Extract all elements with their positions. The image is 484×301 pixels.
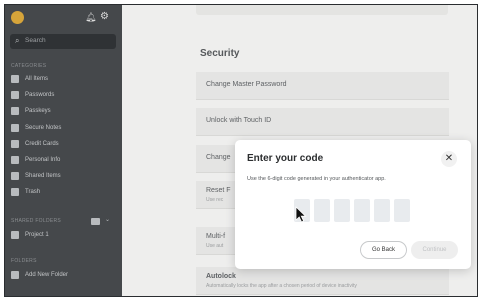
code-digit-input[interactable] [354,199,370,222]
sidebar-item-secure-notes[interactable]: Secure Notes [5,122,122,135]
sidebar-item-project-1[interactable]: Project 1 [5,229,122,242]
sidebar: 🔔︎ ⚙ ⌕ Search Categories All Items Passw… [5,5,122,296]
folder-icon [11,231,19,239]
sidebar-item-personal-info[interactable]: Personal Info [5,154,122,167]
sidebar-item-credit-cards[interactable]: Credit Cards [5,138,122,151]
app-window: 🔔︎ ⚙ ⌕ Search Categories All Items Passw… [4,4,478,297]
dialog-description: Use the 6-digit code generated in your a… [247,176,386,182]
gear-icon[interactable]: ⚙ [100,11,109,22]
row-title: Change [206,154,231,161]
row-title: Multi-f [206,233,226,240]
chevron-down-icon[interactable]: ⌄ [105,216,110,223]
row-title: Reset F [206,187,231,194]
person-icon [11,156,19,164]
trash-icon [11,188,19,196]
add-new-folder-button[interactable]: Add New Folder [5,269,122,282]
row-title: Change Master Password [206,81,287,88]
sidebar-item-label: Passwords [25,92,55,98]
code-digit-input[interactable] [314,199,330,222]
sidebar-item-label: Secure Notes [25,125,62,131]
sidebar-item-shared-items[interactable]: Shared Items [5,170,122,183]
section-label-folders: Folders [11,258,37,264]
sidebar-item-trash[interactable]: Trash [5,186,122,199]
section-label-categories: Categories [11,63,47,69]
sidebar-item-label: All Items [25,76,49,82]
settings-row-partial[interactable] [196,5,448,15]
bell-icon[interactable]: 🔔︎ [85,12,96,23]
enter-code-dialog: Enter your code ✕ Use the 6-digit code g… [235,140,471,269]
sidebar-item-all-items[interactable]: All Items [5,73,122,86]
code-digit-input[interactable] [334,199,350,222]
key-icon [11,91,19,99]
dialog-title: Enter your code [247,153,324,164]
close-icon[interactable]: ✕ [441,151,457,167]
sidebar-item-label: Project 1 [25,232,49,238]
sidebar-item-label: Personal Info [25,157,61,163]
search-icon: ⌕ [15,36,20,45]
sidebar-item-label: Credit Cards [25,141,59,147]
search-input[interactable]: ⌕ Search [10,34,116,49]
passkey-icon [11,107,19,115]
card-icon [11,140,19,148]
sidebar-item-passwords[interactable]: Passwords [5,89,122,102]
folder-plus-icon [11,271,19,279]
section-label-shared-folders: Shared Folders [11,218,62,224]
sidebar-item-label: Shared Items [25,173,61,179]
go-back-button[interactable]: Go Back [360,241,407,259]
section-title: Security [200,48,240,59]
settings-row-touch-id[interactable]: Unlock with Touch ID [196,108,449,136]
code-input-group [294,199,414,222]
sidebar-header: 🔔︎ ⚙ [5,5,122,29]
settings-row-change-master-password[interactable]: Change Master Password [196,72,449,100]
mouse-pointer-icon [295,206,307,223]
search-placeholder: Search [25,37,46,44]
add-shared-folder-icon[interactable] [91,218,100,225]
avatar[interactable] [11,11,24,24]
code-digit-input[interactable] [374,199,390,222]
row-subtitle: Use rec [206,197,224,203]
sidebar-item-passkeys[interactable]: Passkeys [5,105,122,118]
code-digit-input[interactable] [394,199,410,222]
people-icon [11,172,19,180]
row-title: Autolock [206,273,236,280]
row-subtitle: Use aut [206,243,224,249]
grid-icon [11,75,19,83]
continue-button[interactable]: Continue [411,241,458,259]
sidebar-item-label: Trash [25,189,41,195]
note-icon [11,124,19,132]
row-subtitle: Automatically locks the app after a chos… [206,283,357,289]
row-title: Unlock with Touch ID [206,117,272,124]
sidebar-item-label: Passkeys [25,108,51,114]
add-new-folder-label: Add New Folder [25,272,69,278]
settings-row-autolock[interactable]: Autolock Automatically locks the app aft… [196,267,449,295]
